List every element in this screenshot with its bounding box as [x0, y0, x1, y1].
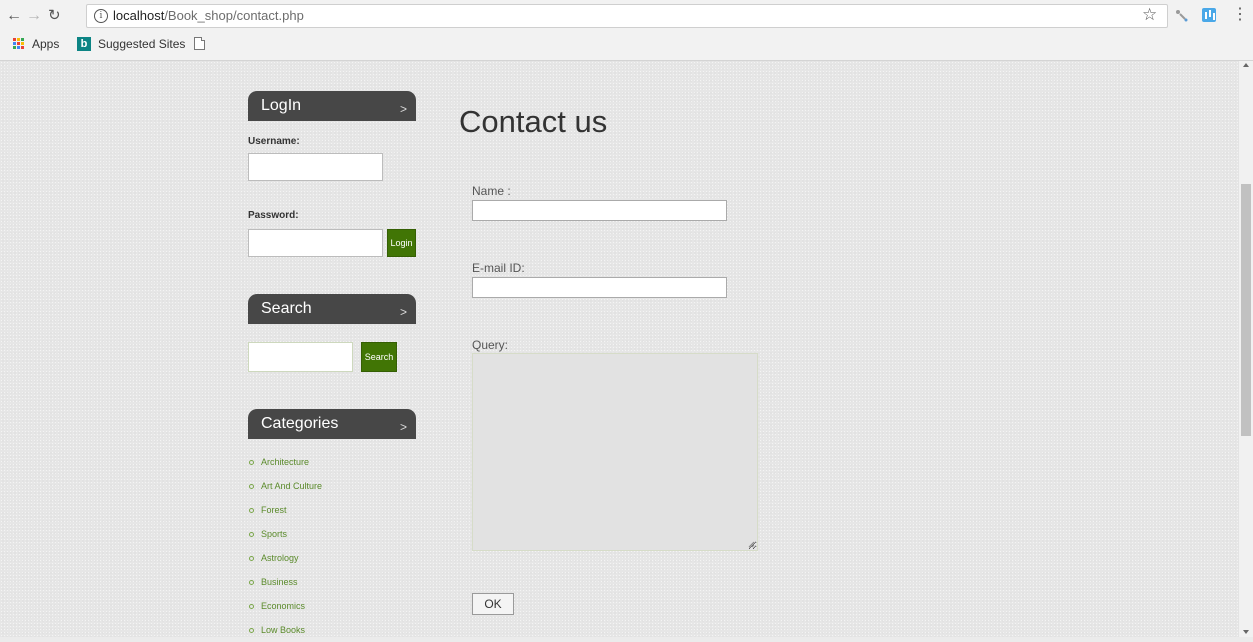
categories-panel-header: Categories > — [248, 409, 416, 439]
scroll-up-arrow-icon[interactable] — [1243, 63, 1249, 67]
username-input[interactable] — [248, 153, 383, 181]
category-label: Business — [261, 577, 298, 587]
category-link-economics[interactable]: Economics — [248, 594, 322, 618]
bullet-icon — [249, 459, 254, 465]
search-input[interactable] — [248, 342, 353, 372]
apps-grid-icon — [13, 38, 25, 50]
category-link-sports[interactable]: Sports — [248, 522, 322, 546]
chevron-right-icon: > — [399, 420, 407, 434]
category-label: Forest — [261, 505, 287, 515]
menu-kebab-icon[interactable]: ⋮ — [1232, 6, 1248, 24]
reload-icon[interactable]: ↻ — [48, 7, 61, 25]
login-button[interactable]: Login — [387, 229, 416, 257]
page-icon — [194, 37, 205, 50]
bullet-icon — [249, 483, 254, 489]
extension-pen-icon[interactable] — [1174, 8, 1190, 22]
category-label: Sports — [261, 529, 288, 539]
bookmark-page[interactable] — [194, 37, 205, 50]
bookmarks-bar: Apps b Suggested Sites — [0, 33, 1253, 57]
name-input[interactable] — [472, 200, 727, 221]
query-textarea[interactable] — [472, 353, 758, 551]
category-link-forest[interactable]: Forest — [248, 498, 322, 522]
bullet-icon — [249, 603, 254, 609]
username-label: Username: — [248, 136, 300, 147]
category-label: Economics — [261, 601, 306, 611]
bookmark-suggested-sites-label: Suggested Sites — [98, 37, 186, 51]
category-label: Astrology — [261, 553, 299, 563]
bookmark-star-icon[interactable]: ☆ — [1142, 6, 1157, 24]
email-label: E-mail ID: — [472, 261, 525, 275]
bullet-icon — [249, 507, 254, 513]
scroll-thumb[interactable] — [1241, 184, 1251, 436]
category-link-art-and-culture[interactable]: Art And Culture — [248, 474, 322, 498]
url-path: /Book_shop/contact.php — [164, 8, 304, 23]
bullet-icon — [249, 627, 254, 633]
password-label: Password: — [248, 210, 299, 221]
browser-chrome: ← → ↻ i localhost/Book_shop/contact.php … — [0, 0, 1253, 61]
categories-list: Architecture Art And Culture Forest Spor… — [248, 450, 322, 642]
extension-chart-icon[interactable] — [1202, 8, 1216, 22]
bullet-icon — [249, 531, 254, 537]
category-link-business[interactable]: Business — [248, 570, 322, 594]
scroll-down-arrow-icon[interactable] — [1243, 630, 1249, 634]
password-input[interactable] — [248, 229, 383, 257]
category-link-astrology[interactable]: Astrology — [248, 546, 322, 570]
forward-arrow-icon[interactable]: → — [26, 7, 42, 25]
bookmark-apps[interactable]: Apps — [13, 37, 59, 51]
chevron-right-icon: > — [399, 305, 407, 319]
login-panel-title: LogIn — [261, 97, 302, 114]
bullet-icon — [249, 579, 254, 585]
search-panel-title: Search — [261, 300, 312, 317]
ok-button[interactable]: OK — [472, 593, 514, 615]
search-panel-header: Search > — [248, 294, 416, 324]
search-button[interactable]: Search — [361, 342, 397, 372]
category-link-low-books[interactable]: Low Books — [248, 618, 322, 642]
query-label: Query: — [472, 338, 509, 352]
categories-panel-title: Categories — [261, 415, 339, 432]
bing-icon: b — [77, 37, 91, 51]
login-panel-header: LogIn > — [248, 91, 416, 121]
bookmark-suggested-sites[interactable]: b Suggested Sites — [77, 37, 185, 51]
vertical-scrollbar[interactable] — [1238, 61, 1253, 637]
info-icon[interactable]: i — [94, 9, 108, 23]
category-label: Art And Culture — [261, 481, 323, 491]
chevron-right-icon: > — [399, 102, 407, 116]
category-label: Low Books — [261, 625, 306, 635]
address-bar[interactable]: i localhost/Book_shop/contact.php — [86, 4, 1168, 28]
resize-grip-icon[interactable] — [748, 541, 755, 548]
name-label: Name : — [472, 184, 511, 198]
email-input[interactable] — [472, 277, 727, 298]
bookmark-apps-label: Apps — [32, 37, 60, 51]
back-arrow-icon[interactable]: ← — [6, 7, 22, 25]
bullet-icon — [249, 555, 254, 561]
url-text[interactable]: localhost/Book_shop/contact.php — [113, 8, 304, 23]
url-host: localhost — [113, 8, 165, 23]
page-title: Contact us — [459, 104, 608, 139]
category-label: Architecture — [261, 457, 310, 467]
category-link-architecture[interactable]: Architecture — [248, 450, 322, 474]
